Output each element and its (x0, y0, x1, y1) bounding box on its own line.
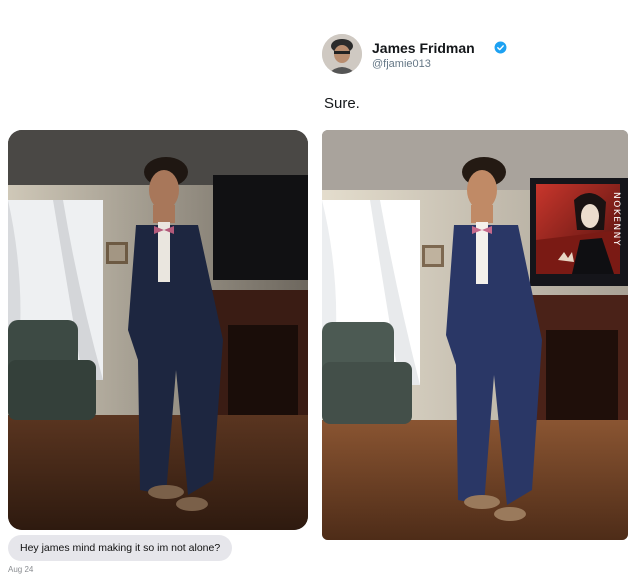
verified-badge-icon (494, 41, 507, 54)
tv-watermark: NOKENNY (611, 192, 621, 247)
edited-photo[interactable]: NOKENNY (322, 130, 628, 540)
original-photo[interactable] (8, 130, 308, 530)
message-date: Aug 24 (8, 565, 34, 574)
tweet-text: Sure. (324, 95, 360, 112)
avatar[interactable] (322, 34, 362, 74)
tweet-header: James Fridman @fjamie013 (322, 34, 632, 80)
user-handle[interactable]: @fjamie013 (372, 58, 431, 70)
display-name[interactable]: James Fridman (372, 40, 475, 56)
message-bubble: Hey james mind making it so im not alone… (8, 535, 233, 561)
